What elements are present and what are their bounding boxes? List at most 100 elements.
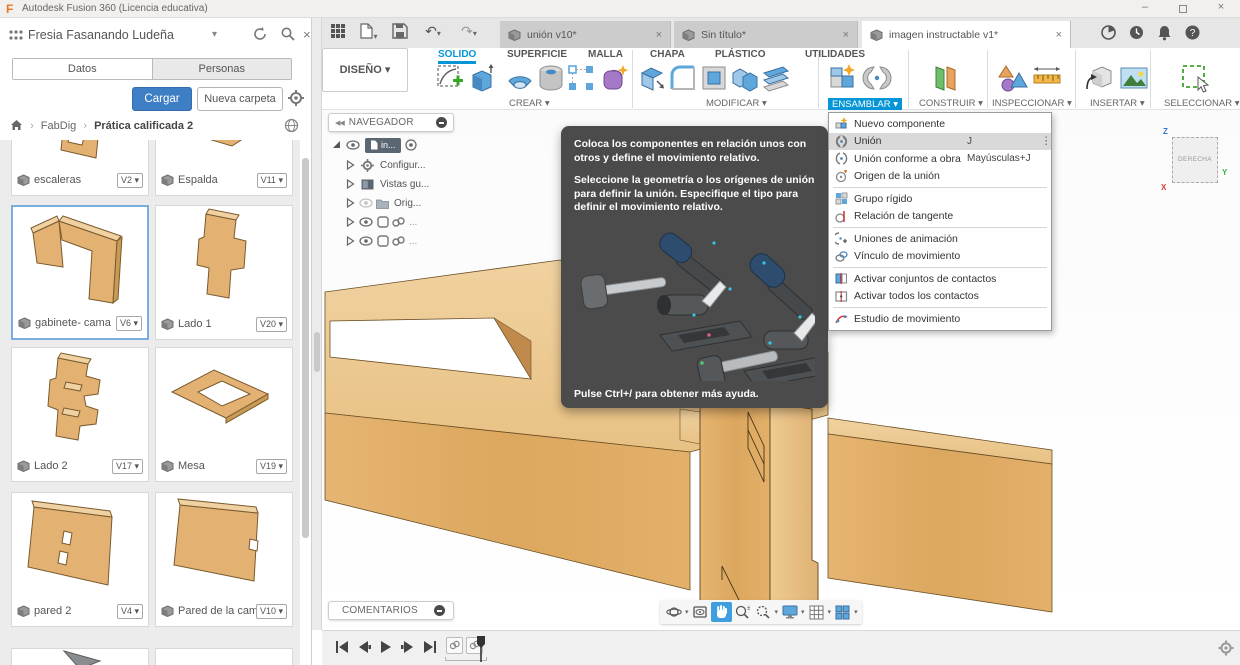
caret-down-icon[interactable]: ▾ bbox=[775, 608, 779, 616]
tab-datos[interactable]: Datos bbox=[13, 59, 152, 79]
breadcrumb-current[interactable]: Prática calificada 2 bbox=[94, 120, 193, 132]
look-at-tool[interactable] bbox=[690, 602, 711, 622]
create-form-icon[interactable] bbox=[600, 63, 630, 93]
cargar-button[interactable]: Cargar bbox=[132, 87, 192, 111]
tab-close-icon[interactable]: × bbox=[1056, 29, 1062, 41]
env-tab-malla[interactable]: MALLA bbox=[588, 49, 623, 60]
file-card-escaleras[interactable]: escaleras V2 ▾ bbox=[11, 140, 149, 196]
go-to-start-button[interactable] bbox=[334, 639, 350, 655]
comments-panel-header[interactable]: COMENTARIOS bbox=[328, 601, 454, 620]
orbit-tool[interactable] bbox=[663, 602, 684, 622]
menu-item-grupo-rigido[interactable]: Grupo rígido bbox=[829, 190, 1051, 208]
document-tab-union[interactable]: unión v10* × bbox=[500, 21, 671, 48]
settings-gear-icon[interactable] bbox=[288, 90, 304, 106]
version-dropdown[interactable]: V4 ▾ bbox=[116, 603, 143, 619]
step-forward-button[interactable] bbox=[400, 639, 416, 655]
env-tab-utilidades[interactable]: UTILIDADES bbox=[805, 49, 865, 60]
joint-icon[interactable] bbox=[862, 63, 892, 93]
undo-button[interactable]: ↶▾ bbox=[422, 23, 444, 43]
insert-image-icon[interactable] bbox=[1119, 63, 1149, 93]
display-settings[interactable] bbox=[779, 602, 800, 622]
save-icon[interactable] bbox=[392, 23, 414, 43]
new-component-icon[interactable] bbox=[828, 63, 858, 93]
navigator-item-origin[interactable]: Orig... bbox=[346, 194, 421, 212]
timeline-feature-joint[interactable] bbox=[446, 637, 463, 654]
file-card-partial[interactable] bbox=[11, 648, 149, 665]
menu-item-origen-de-la-union[interactable]: Origen de la unión bbox=[829, 168, 1051, 186]
help-icon[interactable]: ? bbox=[1184, 24, 1204, 44]
file-card-espalda[interactable]: Espalda V11 ▾ bbox=[155, 140, 293, 196]
breadcrumb-root[interactable]: FabDig bbox=[41, 120, 76, 132]
revolve-icon[interactable] bbox=[505, 63, 535, 93]
fit-tool[interactable] bbox=[753, 602, 774, 622]
zoom-tool[interactable]: ± bbox=[732, 602, 753, 622]
file-card-gabinete-cama[interactable]: gabinete- cama V6 ▾ bbox=[11, 205, 149, 340]
caret-down-icon[interactable]: ▾ bbox=[801, 608, 805, 616]
env-tab-superficie[interactable]: SUPERFICIE bbox=[507, 49, 567, 60]
collapsed-triangle-icon[interactable] bbox=[346, 179, 355, 189]
version-dropdown[interactable]: V19 ▾ bbox=[255, 458, 287, 474]
tab-close-icon[interactable]: × bbox=[843, 29, 849, 41]
close-panel-icon[interactable]: × bbox=[303, 27, 311, 42]
refresh-icon[interactable] bbox=[252, 26, 272, 46]
eye-off-icon[interactable] bbox=[359, 198, 373, 208]
caret-down-icon[interactable]: ▾ bbox=[854, 608, 858, 616]
caret-down-icon[interactable]: ▾ bbox=[685, 608, 689, 616]
step-back-button[interactable] bbox=[356, 639, 372, 655]
extrude-icon[interactable] bbox=[467, 63, 497, 93]
panel-pin-icon[interactable] bbox=[436, 117, 447, 128]
file-card-mesa[interactable]: Mesa V19 ▾ bbox=[155, 347, 293, 482]
navigator-panel-header[interactable]: ◀◀ NAVEGADOR bbox=[328, 113, 454, 132]
extensions-icon[interactable] bbox=[1100, 24, 1120, 44]
menu-item-union-conforme-a-obra[interactable]: Unión conforme a obra Mayúsculas+J bbox=[829, 150, 1051, 168]
home-icon[interactable] bbox=[10, 119, 23, 131]
navigator-item-component[interactable]: ... bbox=[346, 232, 417, 250]
menu-item-uniones-de-animacion[interactable]: Uniones de animación bbox=[829, 230, 1051, 248]
version-dropdown[interactable]: V2 ▾ bbox=[116, 172, 143, 188]
fillet-icon[interactable] bbox=[668, 63, 698, 93]
redo-button[interactable]: ↷▾ bbox=[458, 23, 480, 43]
env-tab-plastico[interactable]: PLÁSTICO bbox=[715, 49, 766, 60]
go-to-end-button[interactable] bbox=[422, 639, 438, 655]
play-button[interactable] bbox=[378, 639, 394, 655]
env-tab-chapa[interactable]: CHAPA bbox=[650, 49, 685, 60]
create-sketch-icon[interactable] bbox=[435, 63, 465, 93]
menu-item-vinculo-de-movimiento[interactable]: Vínculo de movimiento bbox=[829, 248, 1051, 266]
timeline-settings-gear-icon[interactable] bbox=[1218, 640, 1234, 656]
panel-collapse-handle[interactable] bbox=[314, 332, 320, 372]
eye-icon[interactable] bbox=[359, 236, 373, 246]
document-tab-sin-titulo[interactable]: Sin título* × bbox=[674, 21, 858, 48]
hole-icon[interactable] bbox=[536, 63, 566, 93]
menu-item-estudio-de-movimiento[interactable]: Estudio de movimiento bbox=[829, 310, 1051, 328]
select-icon[interactable] bbox=[1180, 63, 1210, 93]
menu-item-activar-conjuntos-de-contactos[interactable]: Activar conjuntos de contactos bbox=[829, 270, 1051, 288]
menu-item-relacion-de-tangente[interactable]: Relación de tangente bbox=[829, 208, 1051, 226]
file-card-lado-2[interactable]: Lado 2 V17 ▾ bbox=[11, 347, 149, 482]
viewcube[interactable]: DERECHA bbox=[1172, 137, 1218, 183]
version-dropdown[interactable]: V20 ▾ bbox=[255, 316, 287, 332]
eye-icon[interactable] bbox=[346, 140, 360, 150]
navigator-item-component[interactable]: ... bbox=[346, 213, 417, 231]
radio-target-icon[interactable] bbox=[404, 139, 417, 151]
more-options-icon[interactable]: ⋮ bbox=[1041, 135, 1052, 147]
close-button[interactable]: × bbox=[1206, 1, 1236, 17]
version-dropdown[interactable]: V6 ▾ bbox=[115, 315, 142, 331]
version-dropdown[interactable]: V17 ▾ bbox=[111, 458, 143, 474]
file-card-pared-de-la-cama[interactable]: Pared de la cama V10 ▾ bbox=[155, 492, 293, 627]
caret-down-icon[interactable]: ▾ bbox=[828, 608, 832, 616]
menu-item-nuevo-componente[interactable]: Nuevo componente bbox=[829, 115, 1051, 133]
viewports-settings[interactable] bbox=[832, 602, 853, 622]
panel-scrollbar-thumb[interactable] bbox=[302, 158, 309, 538]
navigator-root-row[interactable]: in... bbox=[332, 136, 417, 154]
tab-personas[interactable]: Personas bbox=[151, 59, 291, 79]
pan-tool[interactable] bbox=[710, 602, 732, 622]
navigator-root-item[interactable]: in... bbox=[365, 137, 401, 153]
combine-icon[interactable] bbox=[730, 63, 760, 93]
group-insertar[interactable]: INSERTAR ▾ bbox=[1090, 98, 1145, 109]
document-tab-imagen-instructable[interactable]: imagen instructable v1* × bbox=[862, 21, 1071, 48]
group-construir[interactable]: CONSTRUIR ▾ bbox=[919, 98, 983, 109]
env-tab-solido[interactable]: SOLIDO bbox=[438, 49, 477, 64]
navigator-item-named-views[interactable]: Vistas gu... bbox=[346, 175, 429, 193]
group-modificar[interactable]: MODIFICAR ▾ bbox=[706, 98, 767, 109]
search-icon[interactable] bbox=[280, 26, 300, 46]
